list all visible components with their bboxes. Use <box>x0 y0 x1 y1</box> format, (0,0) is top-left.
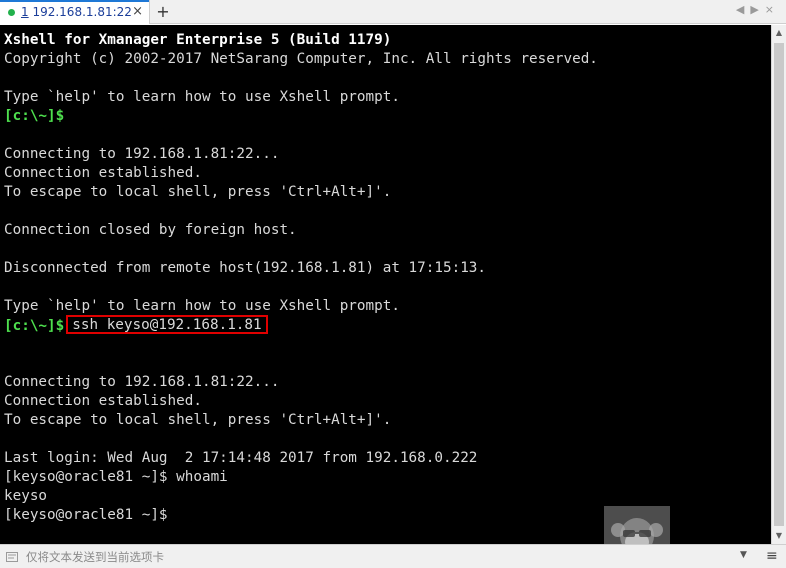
terminal-help-line: Type `help' to learn how to use Xshell p… <box>4 298 400 314</box>
tab-title: 192.168.1.81:22 <box>28 5 132 19</box>
tab-number: 1 <box>21 5 29 19</box>
terminal-disconnected-line: Disconnected from remote host(192.168.1.… <box>4 260 487 276</box>
terminal-local-prompt: [c:\~]$ <box>4 108 65 124</box>
terminal-command-line: [c:\~]$ ssh keyso@192.168.1.81 <box>4 315 268 335</box>
close-tab-icon[interactable]: × <box>132 4 143 20</box>
terminal-established-line: Connection established. <box>4 165 202 181</box>
tab-bar: 1 192.168.1.81:22 × + ◀▶× <box>0 0 786 24</box>
tab-prev-icon[interactable]: ◀ <box>736 3 750 16</box>
session-tab[interactable]: 1 192.168.1.81:22 × <box>0 0 150 24</box>
terminal-connecting-line: Connecting to 192.168.1.81:22... <box>4 374 280 390</box>
chevron-down-icon[interactable]: ▼ <box>740 550 747 560</box>
terminal-established-line: Connection established. <box>4 393 202 409</box>
highlighted-ssh-command: ssh keyso@192.168.1.81 <box>66 315 268 334</box>
terminal-output[interactable]: Xshell for Xmanager Enterprise 5 (Build … <box>0 25 771 544</box>
terminal-copyright-line: Copyright (c) 2002-2017 NetSarang Comput… <box>4 51 598 67</box>
close-all-tabs-icon[interactable]: × <box>765 3 780 16</box>
terminal-remote-prompt-line: [keyso@oracle81 ~]$ <box>4 507 168 523</box>
terminal-connecting-line: Connecting to 192.168.1.81:22... <box>4 146 280 162</box>
send-icon <box>6 552 18 562</box>
terminal-whoami-output: keyso <box>4 488 48 504</box>
active-tab-indicator <box>0 0 149 2</box>
terminal-closed-line: Connection closed by foreign host. <box>4 222 297 238</box>
terminal-scrollbar[interactable]: ▲ ▼ <box>771 25 786 544</box>
send-text-input[interactable]: 仅将文本发送到当前选项卡 <box>26 549 164 565</box>
terminal-local-prompt: [c:\~]$ <box>4 318 65 334</box>
scrollbar-thumb[interactable] <box>774 43 784 526</box>
terminal-help-line: Type `help' to learn how to use Xshell p… <box>4 89 400 105</box>
terminal-escape-line: To escape to local shell, press 'Ctrl+Al… <box>4 184 392 200</box>
connected-status-icon <box>8 8 15 16</box>
tab-navigation: ◀▶× <box>736 3 780 16</box>
terminal-remote-prompt-line: [keyso@oracle81 ~]$ whoami <box>4 469 228 485</box>
terminal-last-login-line: Last login: Wed Aug 2 17:14:48 2017 from… <box>4 450 478 466</box>
scroll-down-icon[interactable]: ▼ <box>772 528 786 544</box>
tab-next-icon[interactable]: ▶ <box>750 3 764 16</box>
terminal-header-line: Xshell for Xmanager Enterprise 5 (Build … <box>4 32 392 48</box>
tab-label: 1 192.168.1.81:22 <box>21 5 132 19</box>
menu-icon[interactable]: ≡ <box>766 548 778 564</box>
scroll-up-icon[interactable]: ▲ <box>772 25 786 41</box>
new-tab-button[interactable]: + <box>154 2 172 22</box>
terminal-escape-line: To escape to local shell, press 'Ctrl+Al… <box>4 412 392 428</box>
send-text-bar: 仅将文本发送到当前选项卡 ▼ ≡ <box>0 544 786 568</box>
